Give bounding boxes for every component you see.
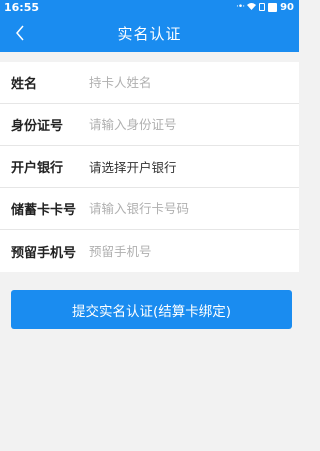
id-number-input[interactable] [89, 109, 284, 140]
battery-level: 90 [280, 1, 294, 13]
page-title: 实名认证 [117, 24, 182, 43]
verification-form: 姓名 身份证号 开户银行 请选择开户银行 储蓄卡卡号 预留手机号 [0, 62, 299, 272]
field-name-row: 姓名 [0, 62, 299, 104]
field-id-row: 身份证号 [0, 104, 299, 146]
sim-icon [259, 3, 266, 11]
back-button[interactable] [10, 23, 30, 43]
field-phone-label: 预留手机号 [11, 245, 77, 261]
field-id-label: 身份证号 [11, 119, 64, 134]
signal-dots-icon: ·•· [236, 2, 245, 12]
wifi-icon [247, 2, 257, 13]
field-card-row: 储蓄卡卡号 [0, 188, 299, 230]
field-card-label: 储蓄卡卡号 [11, 203, 77, 218]
field-phone-row: 预留手机号 [0, 230, 299, 272]
bank-select[interactable]: 请选择开户银行 [89, 157, 177, 176]
submit-button[interactable]: 提交实名认证(结算卡绑定) [11, 290, 292, 329]
field-bank-label: 开户银行 [11, 161, 64, 176]
chevron-left-icon [16, 25, 24, 41]
nav-bar: 实名认证 [0, 14, 299, 52]
status-icons: ·•· 90 [236, 2, 294, 13]
field-name-label: 姓名 [11, 77, 38, 92]
status-time: 16:55 [4, 0, 40, 14]
name-input[interactable] [89, 67, 284, 98]
field-bank-row[interactable]: 开户银行 请选择开户银行 [0, 146, 299, 188]
status-bar: 16:55 ·•· 90 [0, 0, 299, 14]
card-number-input[interactable] [89, 193, 284, 224]
phone-input[interactable] [89, 236, 284, 266]
battery-icon [268, 2, 278, 12]
